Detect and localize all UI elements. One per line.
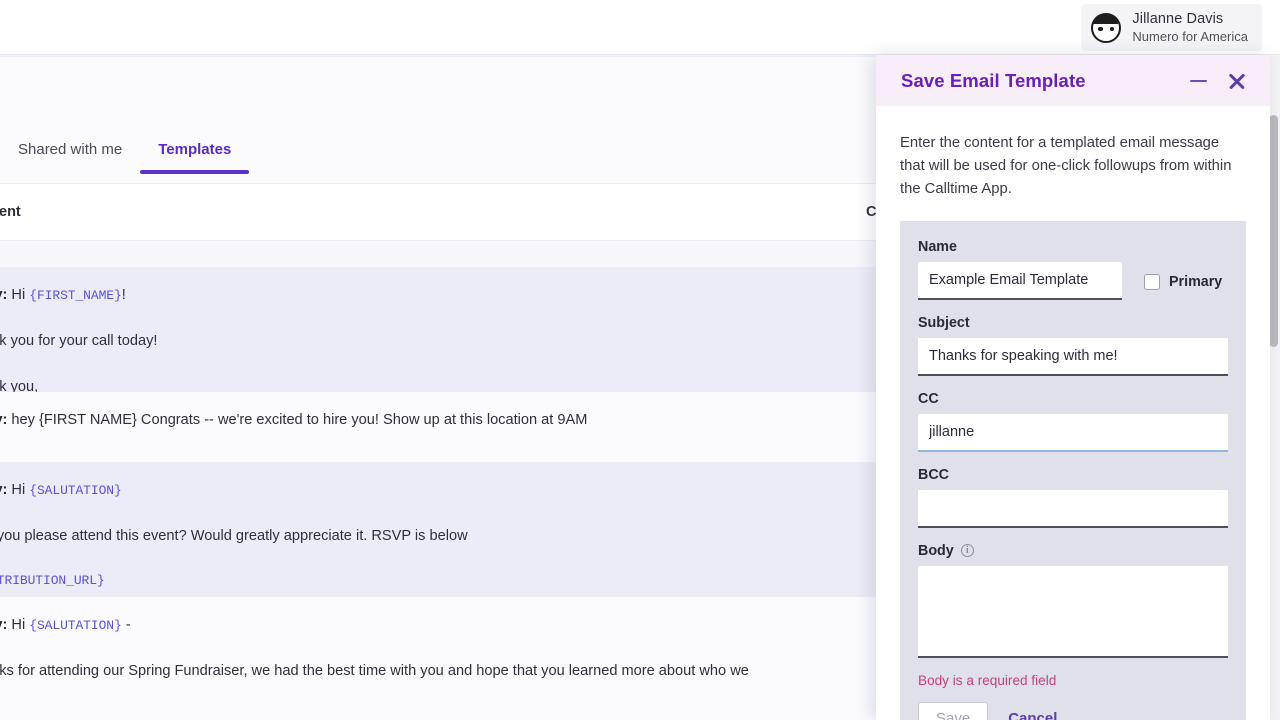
table-cell-content: Body: Hi {SALUTATION} - Thanks for atten… [0, 613, 886, 684]
row-text: Hi [11, 617, 30, 633]
subject-input[interactable] [918, 337, 1228, 376]
user-name: Jillanne Davis [1132, 11, 1224, 27]
bcc-label: BCC [918, 466, 949, 483]
table-row[interactable]: Body: hey {FIRST NAME} Congrats -- we're… [0, 392, 876, 462]
table-spacer [0, 241, 876, 267]
row-label: Body: [0, 412, 8, 428]
table-cell-content: Body: hey {FIRST NAME} Congrats -- we're… [0, 408, 886, 433]
vertical-scrollbar-thumb[interactable] [1269, 115, 1278, 347]
row-blank-line [0, 308, 886, 329]
row-blank-line [0, 354, 886, 375]
name-row: Primary [918, 261, 1228, 300]
name-label: Name [918, 238, 957, 255]
tab-templates[interactable]: Templates [140, 137, 250, 174]
column-header-content: Content [0, 204, 21, 220]
modal-footer-buttons: Save Cancel [918, 701, 1228, 720]
info-icon[interactable]: i [960, 544, 974, 558]
cc-label: CC [918, 390, 939, 407]
table-row[interactable]: Body: Hi {SALUTATION} - Thanks for atten… [0, 597, 876, 717]
minimize-icon[interactable] [1188, 70, 1210, 92]
cancel-button[interactable]: Cancel [1002, 703, 1063, 720]
avatar-eye-right [1109, 26, 1115, 32]
body-textarea[interactable] [918, 565, 1228, 658]
subject-label: Subject [918, 314, 970, 331]
close-icon[interactable] [1226, 70, 1248, 92]
row-text: Thanks for attending our Spring Fundrais… [0, 663, 749, 680]
tab-bar: Shared with me Templates [0, 137, 900, 184]
field-cc: CC [918, 391, 1228, 452]
row-text: Hi [11, 482, 30, 498]
row-text-suffix: ! [121, 287, 126, 303]
save-email-template-modal: Save Email Template Enter the content fo… [876, 55, 1270, 720]
top-bar: Jillanne Davis Numero for America [0, 0, 1280, 55]
body-label-text: Body [918, 542, 954, 559]
bcc-input[interactable] [918, 489, 1228, 528]
app-root: Shared with me Templates Content Ca Body… [0, 0, 1280, 720]
row-blank-line [0, 638, 886, 659]
table-row[interactable]: Body: Hi {FIRST_NAME}! Thank you for you… [0, 267, 876, 418]
modal-header: Save Email Template [876, 55, 1270, 106]
row-label: Body: [0, 617, 8, 633]
row-label: Body: [0, 287, 8, 303]
row-blank-line [0, 503, 886, 524]
row-text: hey {FIRST NAME} Congrats -- we're excit… [11, 412, 588, 428]
field-body: Body i [918, 543, 1228, 658]
primary-checkbox[interactable] [1144, 273, 1160, 290]
row-label: Body: [0, 482, 8, 498]
merge-field: {CONTRIBUTION_URL} [0, 573, 105, 589]
user-text: Jillanne Davis Numero for America [1132, 10, 1248, 45]
body-error-message: Body is a required field [918, 672, 1057, 688]
user-profile-chip[interactable]: Jillanne Davis Numero for America [1081, 4, 1262, 52]
row-text-suffix: - [121, 617, 131, 633]
merge-field: {FIRST_NAME} [29, 288, 122, 303]
field-subject: Subject [918, 315, 1228, 376]
email-template-form: Name Primary Subject CC BCC [900, 220, 1246, 720]
body-label: Body i [918, 543, 1228, 559]
avatar-icon [1091, 12, 1122, 43]
row-blank-line [0, 549, 886, 570]
templates-table: Content Ca Body: Hi {FIRST_NAME}! Thank … [0, 184, 885, 717]
name-input[interactable] [918, 261, 1122, 300]
save-button[interactable]: Save [918, 701, 989, 720]
tab-shared-with-me[interactable]: Shared with me [0, 137, 140, 174]
field-bcc: BCC [918, 467, 1228, 528]
primary-label: Primary [1169, 273, 1223, 290]
merge-field: {SALUTATION} [29, 483, 122, 498]
field-name: Name Primary [918, 239, 1228, 300]
cc-input[interactable] [918, 413, 1228, 452]
merge-field: {SALUTATION} [29, 618, 122, 633]
modal-title: Save Email Template [901, 69, 1086, 91]
row-text: Hi [11, 287, 30, 303]
table-header-row: Content Ca [0, 184, 885, 241]
user-organization: Numero for America [1132, 28, 1248, 44]
table-row[interactable]: Body: Hi {SALUTATION} Can you please att… [0, 462, 876, 597]
table-cell-content: Body: Hi {SALUTATION} Can you please att… [0, 478, 886, 593]
row-text: Can you please attend this event? Would … [0, 528, 468, 545]
avatar-eye-left [1098, 26, 1103, 32]
row-text: Thank you for your call today! [0, 333, 158, 350]
modal-description: Enter the content for a templated email … [900, 135, 1232, 197]
modal-window-controls [1188, 70, 1248, 92]
primary-checkbox-group[interactable]: Primary [1144, 273, 1223, 290]
